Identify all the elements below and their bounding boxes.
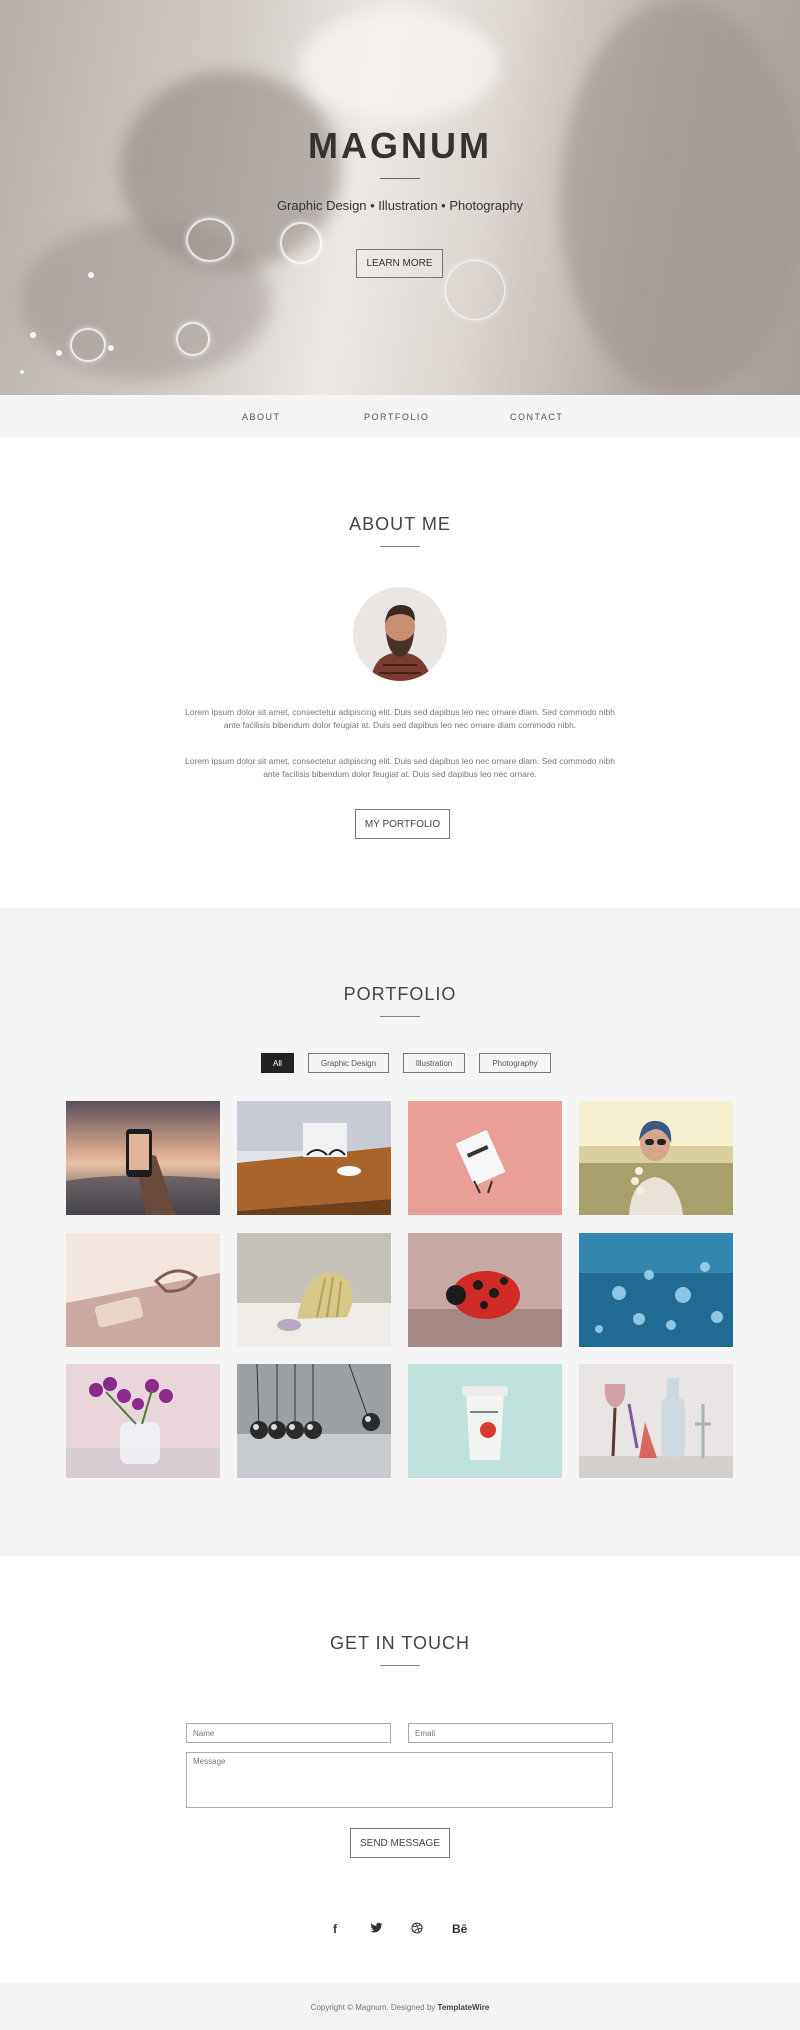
name-field[interactable] bbox=[186, 1723, 391, 1743]
portfolio-item-seashell[interactable] bbox=[237, 1233, 391, 1347]
my-portfolio-button[interactable]: MY PORTFOLIO bbox=[355, 809, 450, 839]
learn-more-button[interactable]: LEARN MORE bbox=[356, 249, 443, 278]
portfolio-item-newtons-cradle[interactable] bbox=[237, 1364, 391, 1478]
twitter-icon[interactable] bbox=[370, 1922, 383, 1937]
portfolio-item-phone[interactable] bbox=[66, 1101, 220, 1215]
filter-photography[interactable]: Photography bbox=[479, 1053, 551, 1073]
about-title: ABOUT ME bbox=[349, 514, 451, 534]
portfolio-item-card[interactable] bbox=[408, 1101, 562, 1215]
main-nav: ABOUT PORTFOLIO CONTACT bbox=[0, 395, 800, 437]
portfolio-item-smartphone-glasses[interactable] bbox=[66, 1233, 220, 1347]
portfolio-item-water-drops[interactable] bbox=[579, 1233, 733, 1347]
portfolio-item-woman[interactable] bbox=[579, 1101, 733, 1215]
facebook-icon[interactable]: f bbox=[333, 1922, 337, 1936]
portfolio-title: PORTFOLIO bbox=[343, 984, 457, 1004]
filter-graphic-design[interactable]: Graphic Design bbox=[308, 1053, 389, 1073]
about-paragraph-2: Lorem ipsum dolor sit amet, consectetur … bbox=[185, 756, 615, 779]
send-message-button[interactable]: SEND MESSAGE bbox=[350, 1828, 450, 1858]
hero-subtitle: Graphic Design • Illustration • Photogra… bbox=[276, 198, 524, 213]
portfolio-item-desk[interactable] bbox=[237, 1101, 391, 1215]
portfolio-item-coffee-cup[interactable] bbox=[408, 1364, 562, 1478]
contact-title: GET IN TOUCH bbox=[329, 1633, 471, 1653]
hero-divider bbox=[380, 178, 420, 179]
about-paragraph-1: Lorem ipsum dolor sit amet, consectetur … bbox=[185, 707, 615, 730]
filter-illustration[interactable]: Illustration bbox=[403, 1053, 465, 1073]
hero-banner: MAGNUM Graphic Design • Illustration • P… bbox=[0, 0, 800, 395]
footer: Copyright © Magnum. Designed by Template… bbox=[0, 1983, 800, 2030]
nav-item-contact[interactable]: CONTACT bbox=[510, 412, 563, 422]
footer-link[interactable]: TemplateWire bbox=[438, 2003, 490, 2012]
hero-title: MAGNUM bbox=[308, 125, 492, 166]
dribbble-icon[interactable] bbox=[411, 1922, 423, 1937]
nav-item-portfolio[interactable]: PORTFOLIO bbox=[364, 412, 429, 422]
portfolio-item-flowers[interactable] bbox=[66, 1364, 220, 1478]
portfolio-item-ladybug[interactable] bbox=[408, 1233, 562, 1347]
portfolio-divider bbox=[380, 1016, 420, 1017]
footer-copyright: Copyright © Magnum. Designed by bbox=[310, 2003, 436, 2012]
avatar bbox=[353, 587, 447, 681]
filter-all[interactable]: All bbox=[261, 1053, 294, 1073]
contact-divider bbox=[380, 1665, 420, 1666]
portfolio-item-glassware[interactable] bbox=[579, 1364, 733, 1478]
nav-item-about[interactable]: ABOUT bbox=[242, 412, 281, 422]
about-divider bbox=[380, 546, 420, 547]
message-field[interactable] bbox=[186, 1752, 613, 1808]
behance-icon[interactable]: Bē bbox=[452, 1922, 467, 1936]
email-field[interactable] bbox=[408, 1723, 613, 1743]
